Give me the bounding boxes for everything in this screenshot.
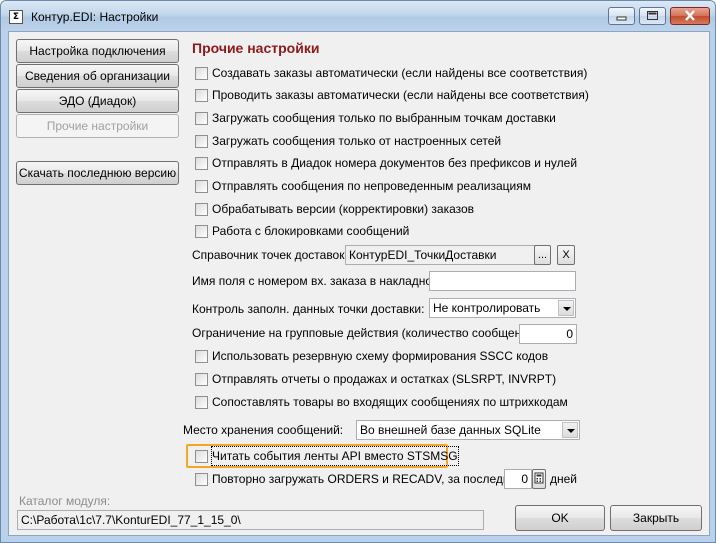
dialog-client: Настройка подключения Сведения об органи… — [8, 31, 710, 536]
nav-other-settings-button[interactable]: Прочие настройки — [16, 114, 179, 138]
delivery-points-label: Справочник точек доставок: — [192, 248, 348, 262]
checkbox-box[interactable] — [195, 67, 208, 80]
calculator-button[interactable] — [532, 469, 546, 489]
checkbox-box[interactable] — [195, 112, 208, 125]
module-path-field[interactable]: C:\Работа\1с\7.7\KonturEDI_77_1_15_0\ — [17, 510, 484, 530]
settings-window: Σ Контур.EDI: Настройки Настройка подклю… — [0, 0, 716, 543]
checkbox-box[interactable] — [195, 203, 208, 216]
chevron-down-icon[interactable] — [558, 300, 574, 316]
maximize-button[interactable] — [639, 7, 666, 25]
calculator-icon — [534, 472, 544, 484]
checkbox-box[interactable] — [195, 135, 208, 148]
storage-select-value: Во внешней базе данных SQLite — [360, 423, 541, 437]
control-label: Контроль заполн. данных точки доставки: — [192, 302, 425, 316]
title-bar[interactable]: Σ Контур.EDI: Настройки — [1, 1, 715, 31]
nav-edo-button[interactable]: ЭДО (Диадок) — [16, 89, 179, 113]
checkbox-box[interactable] — [195, 225, 208, 238]
nav-organization-button[interactable]: Сведения об организации — [16, 64, 179, 88]
minimize-icon — [616, 16, 627, 21]
checkbox-box[interactable] — [195, 350, 208, 363]
clear-delivery-points-button[interactable]: X — [557, 245, 575, 265]
order-field-input[interactable] — [429, 271, 576, 291]
storage-label: Место хранения сообщений: — [183, 423, 344, 437]
app-icon[interactable]: Σ — [9, 10, 23, 24]
delivery-points-field[interactable]: КонтурEDI_ТочкиДоставки — [345, 245, 537, 265]
module-catalog-label: Каталог модуля: — [19, 494, 111, 508]
window-title: Контур.EDI: Настройки — [31, 10, 159, 24]
download-latest-button[interactable]: Скачать последнюю версию — [16, 161, 179, 185]
checkbox-box[interactable] — [195, 373, 208, 386]
close-window-button[interactable] — [670, 7, 710, 25]
close-icon — [685, 10, 695, 21]
maximize-icon — [647, 11, 658, 20]
control-select-value: Не контролировать — [433, 301, 541, 315]
limit-label: Ограничение на групповые действия (колич… — [192, 326, 542, 340]
reload-days-input[interactable]: 0 — [504, 469, 532, 489]
reload-days-unit: дней — [550, 472, 578, 486]
checkbox-box[interactable] — [195, 473, 208, 486]
order-field-label: Имя поля с номером вх. заказа в накладно… — [192, 274, 443, 288]
chevron-down-icon[interactable] — [562, 422, 578, 438]
close-button[interactable]: Закрыть — [610, 505, 702, 531]
checkbox-box[interactable] — [195, 396, 208, 409]
section-title: Прочие настройки — [192, 40, 320, 56]
ok-button[interactable]: OK — [515, 505, 605, 531]
storage-select[interactable]: Во внешней базе данных SQLite — [356, 420, 580, 440]
checkbox-box[interactable] — [195, 180, 208, 193]
browse-button[interactable]: ... — [534, 245, 551, 265]
nav-connection-button[interactable]: Настройка подключения — [16, 39, 179, 63]
control-select[interactable]: Не контролировать — [429, 298, 576, 318]
checkbox-box[interactable] — [195, 89, 208, 102]
checkbox-box[interactable] — [195, 157, 208, 170]
checkbox-box[interactable] — [195, 450, 208, 463]
minimize-button[interactable] — [608, 7, 635, 25]
limit-input[interactable]: 0 — [519, 324, 577, 344]
